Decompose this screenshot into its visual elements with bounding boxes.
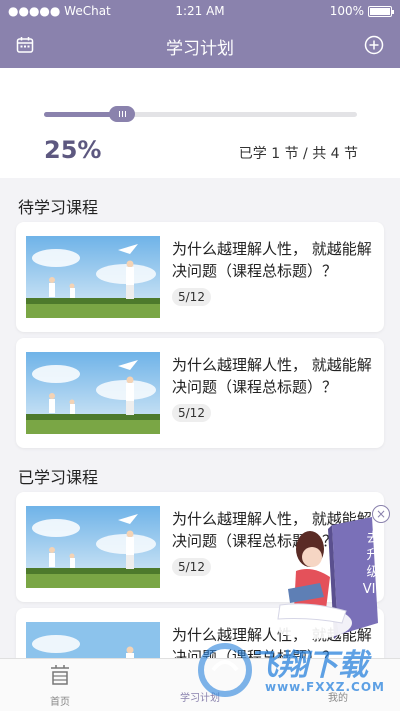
tab-home-label: 首页	[50, 697, 70, 708]
progress-card: 25% 已学 1 节 / 共 4 节	[0, 68, 400, 178]
promo-close-button[interactable]: ×	[372, 505, 390, 523]
course-progress-badge: 5/12	[172, 558, 211, 576]
course-title: 为什么越理解人性， 就越能解决问题（课程总标题）？	[172, 356, 372, 396]
course-card[interactable]: 为什么越理解人性， 就越能解决问题（课程总标题）？ 5/12	[16, 222, 384, 332]
vip-upgrade-label[interactable]: 去升级VIP	[362, 530, 384, 598]
progress-counts: 已学 1 节 / 共 4 节	[238, 146, 358, 162]
battery-percent: 100%	[329, 4, 364, 18]
tab-home[interactable]: 首页	[20, 665, 100, 708]
pending-section-title: 待学习课程	[18, 198, 99, 217]
add-circle-icon[interactable]	[364, 35, 384, 59]
watermark-brand: 飞翔下载	[248, 648, 368, 683]
done-section-title: 已学习课程	[18, 468, 99, 487]
course-progress-badge: 5/12	[172, 404, 211, 422]
course-thumbnail	[26, 506, 160, 588]
progress-track	[44, 106, 357, 122]
home-icon	[51, 665, 69, 685]
status-bar: ●●●●● WeChat 1:21 AM 100%	[0, 0, 400, 22]
watermark-url: www.FXXZ.COM	[265, 680, 385, 694]
progress-slider-handle[interactable]	[109, 106, 136, 122]
course-thumbnail	[26, 352, 160, 434]
course-thumbnail	[26, 236, 160, 318]
battery-indicator: 100%	[329, 4, 394, 18]
battery-icon	[368, 5, 394, 17]
course-title: 为什么越理解人性， 就越能解决问题（课程总标题）？	[172, 240, 372, 280]
course-card[interactable]: 为什么越理解人性， 就越能解决问题（课程总标题）？ 5/12	[16, 338, 384, 448]
page-title: 学习计划	[166, 39, 234, 59]
navigation-bar: 学习计划	[0, 22, 400, 68]
progress-percent: 25%	[44, 136, 102, 164]
course-progress-badge: 5/12	[172, 288, 211, 306]
